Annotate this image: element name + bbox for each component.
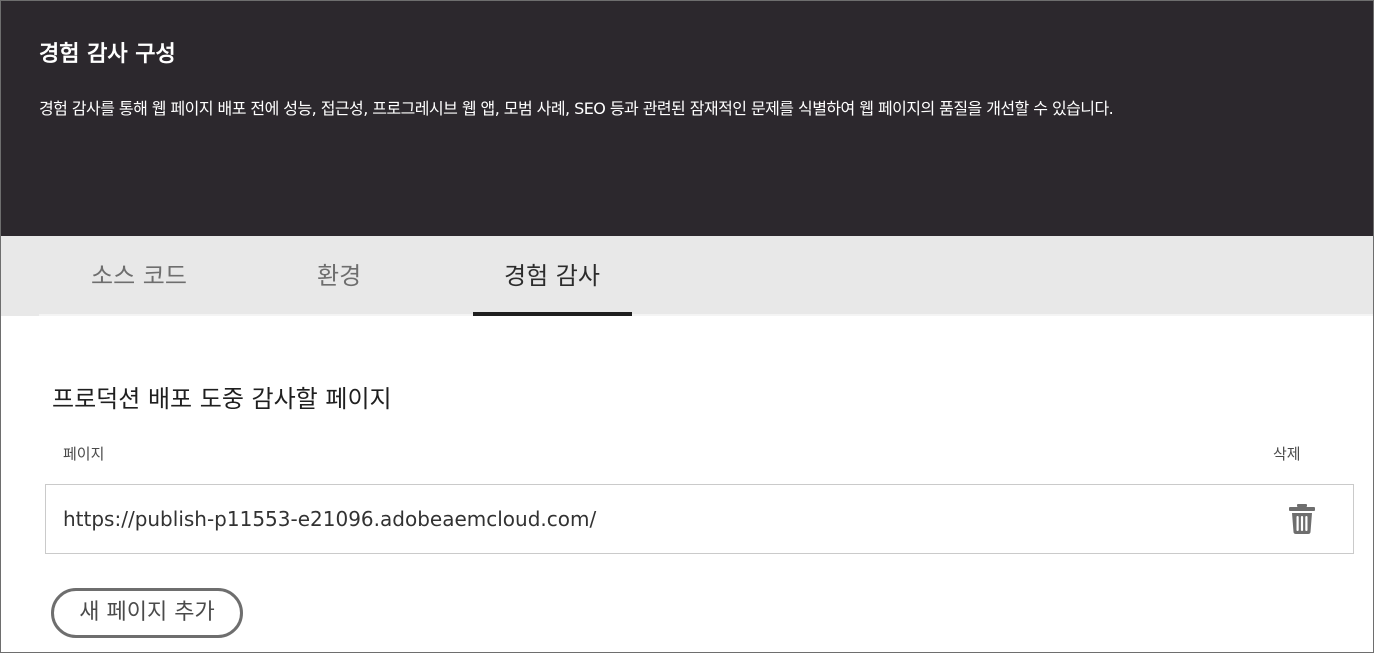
page-row: https://publish-p11553-e21096.adobeaemcl… <box>45 484 1354 554</box>
tab-environments[interactable]: 환경 <box>317 258 361 294</box>
page-header: 경험 감사 구성 경험 감사를 통해 웹 페이지 배포 전에 성능, 접근성, … <box>1 1 1373 236</box>
active-tab-indicator <box>473 312 632 316</box>
experience-audit-config: 경험 감사 구성 경험 감사를 통해 웹 페이지 배포 전에 성능, 접근성, … <box>0 0 1374 653</box>
tab-source-code[interactable]: 소스 코드 <box>91 258 187 294</box>
section-title: 프로덕션 배포 도중 감사할 페이지 <box>52 385 392 413</box>
page-title: 경험 감사 구성 <box>39 42 176 67</box>
tab-divider <box>39 314 1373 316</box>
column-header-delete: 삭제 <box>1273 445 1301 463</box>
column-header-page: 페이지 <box>63 445 105 463</box>
trash-icon <box>1289 504 1315 534</box>
add-new-page-button[interactable]: 새 페이지 추가 <box>51 588 243 638</box>
tab-bar: 소스 코드 환경 경험 감사 <box>1 236 1373 316</box>
tab-experience-audit[interactable]: 경험 감사 <box>504 258 600 294</box>
page-url: https://publish-p11553-e21096.adobeaemcl… <box>63 507 597 531</box>
delete-page-button[interactable] <box>1286 502 1318 536</box>
page-description: 경험 감사를 통해 웹 페이지 배포 전에 성능, 접근성, 프로그레시브 웹 … <box>39 99 1114 118</box>
